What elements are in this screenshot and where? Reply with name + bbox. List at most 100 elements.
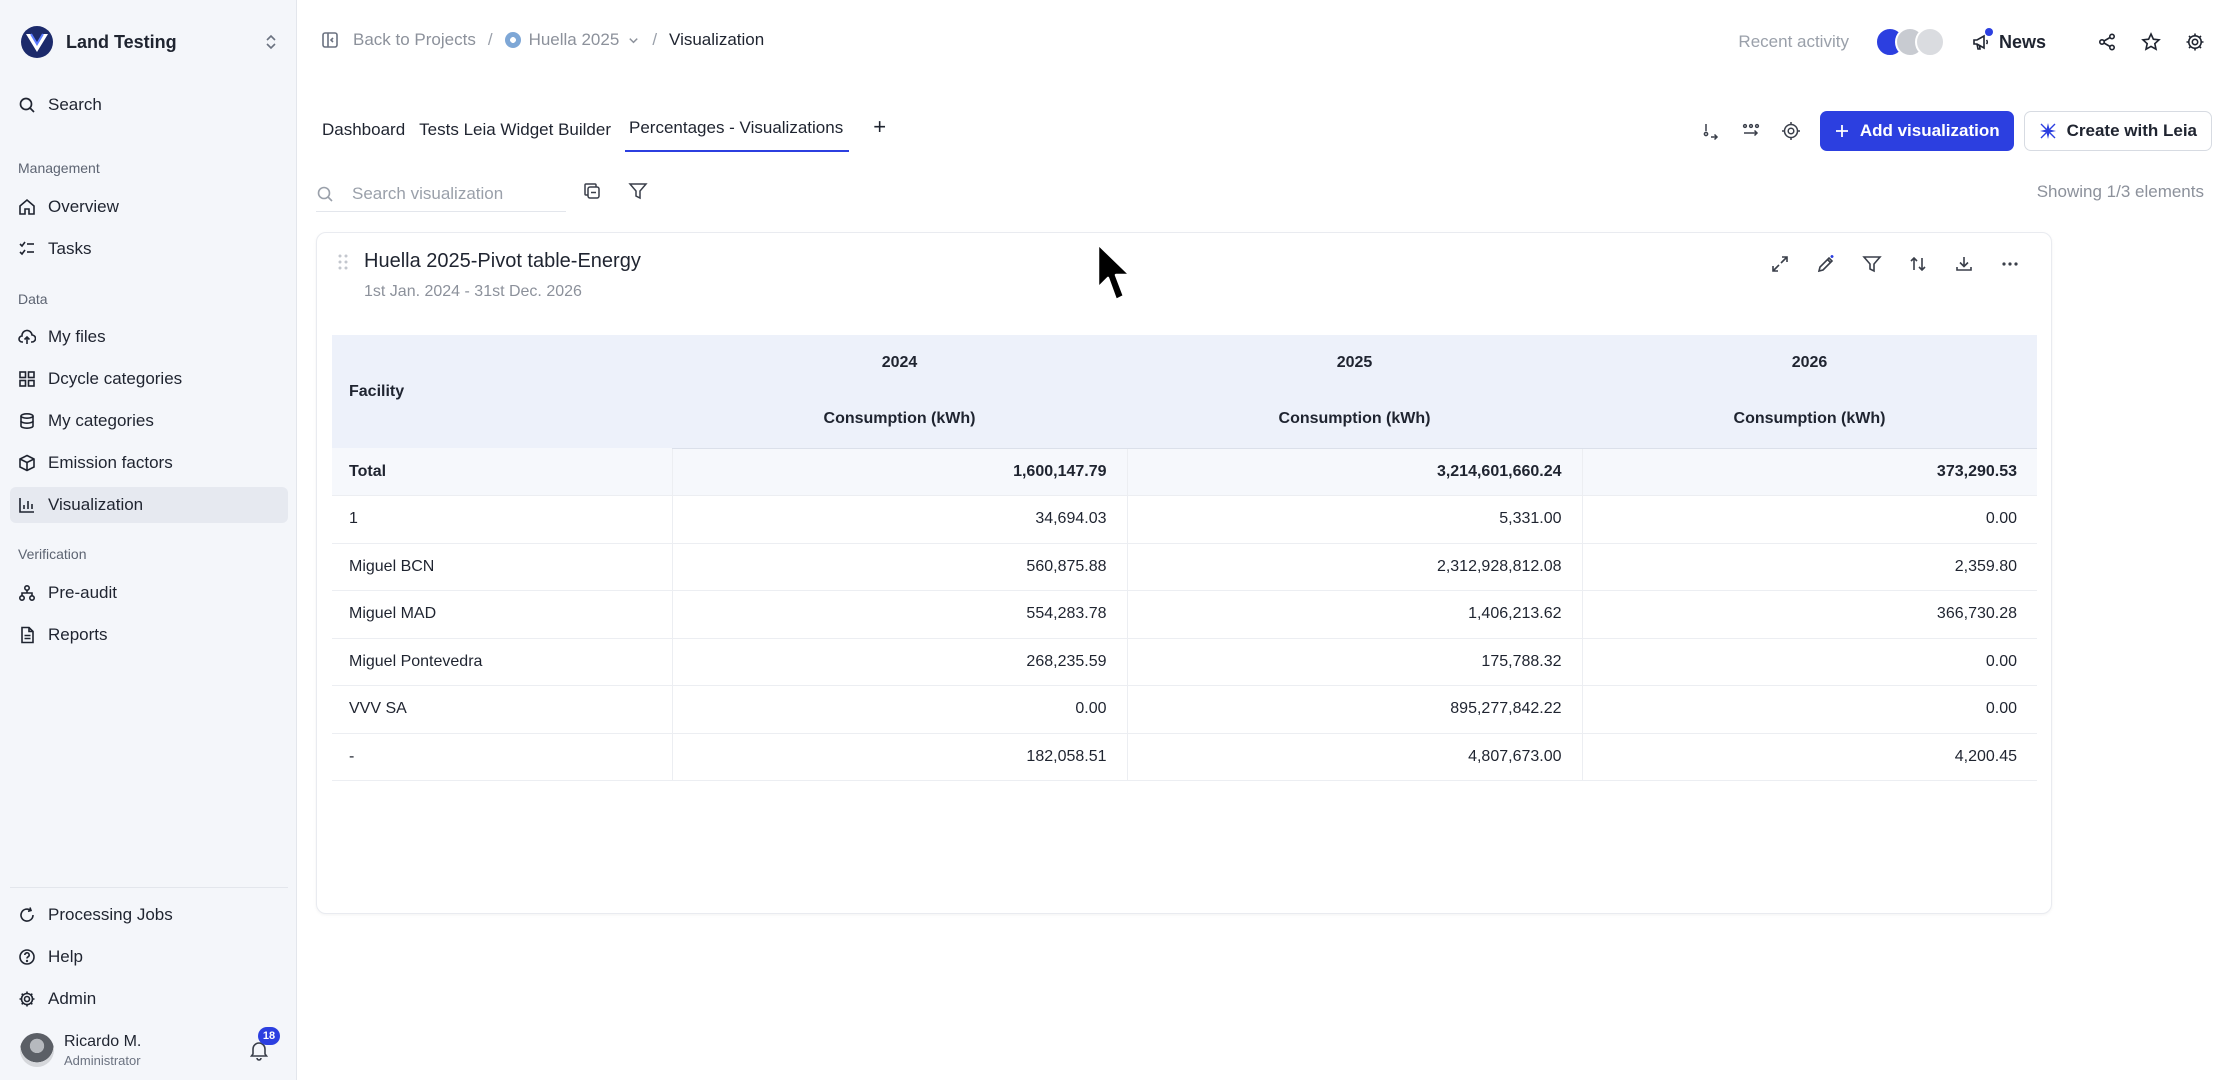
sidebar-item-admin[interactable]: Admin: [10, 981, 288, 1017]
sidebar-item-label: Pre-audit: [48, 583, 117, 602]
sidebar-search[interactable]: Search: [10, 87, 288, 123]
drag-handle-icon[interactable]: [337, 253, 349, 271]
table-row-total: Total 1,600,147.79 3,214,601,660.24 373,…: [332, 448, 2037, 496]
sidebar-item-visualization[interactable]: Visualization: [10, 487, 288, 523]
section-management: Management: [18, 160, 100, 176]
add-tab-button[interactable]: +: [863, 114, 896, 152]
table-row: VVV SA 0.00 895,277,842.22 0.00: [332, 685, 2037, 734]
table-cell-facility: Miguel BCN: [332, 543, 673, 591]
sidebar-item-help[interactable]: Help: [10, 939, 288, 975]
table-cell-value: 2,359.80: [1582, 543, 2037, 591]
table-header-year: 2025: [1127, 335, 1582, 391]
copy-icon[interactable]: [582, 181, 602, 201]
more-options-button[interactable]: [1999, 253, 2021, 275]
sidebar-item-reports[interactable]: Reports: [10, 617, 288, 653]
collaborator-avatars[interactable]: [1874, 27, 1945, 57]
gear-icon[interactable]: [1780, 120, 1802, 142]
cube-icon: [19, 454, 35, 472]
section-data: Data: [18, 291, 48, 307]
table-cell-value: 182,058.51: [672, 733, 1128, 781]
document-icon: [21, 626, 34, 644]
sort-order-icon[interactable]: [1700, 120, 1722, 142]
search-input[interactable]: [352, 183, 552, 204]
gear-icon: [2186, 33, 2204, 51]
create-with-leia-label: Create with Leia: [2066, 121, 2197, 140]
sort-button[interactable]: [1907, 253, 1929, 275]
section-verification: Verification: [18, 546, 87, 562]
sidebar-item-dcycle-categories[interactable]: Dcycle categories: [10, 361, 288, 397]
reorder-icon[interactable]: [1740, 120, 1762, 142]
panel-collapse-icon[interactable]: [321, 31, 339, 49]
expand-button[interactable]: [1769, 253, 1791, 275]
breadcrumb: Back to Projects / Huella 2025 / Visuali…: [321, 30, 764, 50]
sidebar-item-overview[interactable]: Overview: [10, 189, 288, 225]
table-cell-value: 3,214,601,660.24: [1127, 448, 1583, 496]
sparkle-icon: [2039, 123, 2056, 139]
dashboard-tabs: Dashboard Tests Leia Widget Builder Perc…: [322, 112, 896, 152]
star-icon: [2141, 32, 2161, 51]
mouse-cursor-icon: [1096, 242, 1132, 302]
breadcrumb-project[interactable]: Huella 2025: [529, 30, 620, 50]
sidebar-item-emission-factors[interactable]: Emission factors: [10, 445, 288, 481]
table-cell-facility: Total: [332, 448, 673, 496]
sidebar-item-label: Emission factors: [48, 453, 173, 472]
sidebar-item-my-files[interactable]: My files: [10, 319, 288, 355]
table-cell-value: 554,283.78: [672, 590, 1128, 639]
breadcrumb-back-to-projects[interactable]: Back to Projects: [353, 30, 476, 50]
user-name: Ricardo M.: [64, 1032, 142, 1050]
table-header-measure: Consumption (kWh): [1127, 391, 1582, 449]
tab-percentages-visualizations[interactable]: Percentages - Visualizations: [625, 112, 850, 152]
favorite-button[interactable]: [2140, 31, 2162, 53]
edit-with-ai-button[interactable]: [1815, 253, 1837, 275]
table-cell-value: 1,406,213.62: [1127, 590, 1583, 639]
user-menu[interactable]: Ricardo M. Administrator 18: [20, 1027, 286, 1072]
grid-icon: [19, 371, 35, 387]
download-button[interactable]: [1953, 253, 1975, 275]
table-cell-value: 0.00: [672, 685, 1128, 734]
table-cell-value: 175,788.32: [1127, 638, 1583, 686]
table-header-facility: Facility: [332, 335, 672, 448]
add-visualization-button[interactable]: Add visualization: [1819, 111, 2014, 151]
sidebar-item-pre-audit[interactable]: Pre-audit: [10, 575, 288, 611]
chevron-down-icon[interactable]: [627, 34, 640, 47]
recent-activity-link[interactable]: Recent activity: [1738, 32, 1849, 52]
help-circle-icon: [19, 949, 35, 965]
sidebar-item-label: Tasks: [48, 239, 92, 258]
share-button[interactable]: [2096, 31, 2118, 53]
notifications-button[interactable]: 18: [248, 1027, 280, 1061]
home-icon: [19, 198, 35, 215]
top-bar: Back to Projects / Huella 2025 / Visuali…: [297, 0, 2228, 84]
table-cell-value: 366,730.28: [1582, 590, 2037, 639]
sidebar-item-label: Visualization: [48, 495, 144, 514]
tab-dashboard[interactable]: Dashboard: [322, 114, 405, 152]
sidebar-item-label: Overview: [48, 197, 119, 216]
create-with-leia-button[interactable]: Create with Leia: [2023, 111, 2212, 151]
add-visualization-label: Add visualization: [1859, 121, 2000, 140]
table-header-year: 2026: [1582, 335, 2037, 391]
settings-button[interactable]: [2184, 31, 2206, 53]
sidebar-item-my-categories[interactable]: My categories: [10, 403, 288, 439]
sidebar-item-label: My categories: [48, 411, 154, 430]
table-row: Miguel Pontevedra 268,235.59 175,788.32 …: [332, 638, 2037, 686]
sidebar-item-label: Reports: [48, 625, 108, 644]
breadcrumb-separator: /: [652, 30, 658, 49]
breadcrumb-current: Visualization: [669, 30, 765, 49]
bar-chart-icon: [19, 498, 34, 513]
table-row: - 182,058.51 4,807,673.00 4,200.45: [332, 733, 2037, 781]
table-cell-facility: Miguel Pontevedra: [332, 638, 673, 686]
search-tools: [582, 181, 674, 201]
sidebar-item-tasks[interactable]: Tasks: [10, 231, 288, 267]
table-header-measure: Consumption (kWh): [1582, 391, 2037, 449]
sidebar-item-label: Processing Jobs: [48, 905, 173, 924]
pivot-table: Facility 2024 2025 2026 Consumption (kWh…: [332, 335, 2037, 781]
filter-icon[interactable]: [628, 181, 648, 201]
table-cell-value: 34,694.03: [672, 495, 1128, 544]
news-button[interactable]: News: [1971, 27, 2046, 53]
sidebar-item-processing-jobs[interactable]: Processing Jobs: [10, 897, 288, 933]
refresh-icon: [20, 907, 34, 922]
tab-tests-leia-widget-builder[interactable]: Tests Leia Widget Builder: [419, 114, 611, 152]
table-cell-value: 1,600,147.79: [672, 448, 1128, 496]
filter-button[interactable]: [1861, 253, 1883, 275]
org-switcher[interactable]: Land Testing: [20, 22, 280, 62]
magic-pen-icon: [1817, 255, 1834, 273]
